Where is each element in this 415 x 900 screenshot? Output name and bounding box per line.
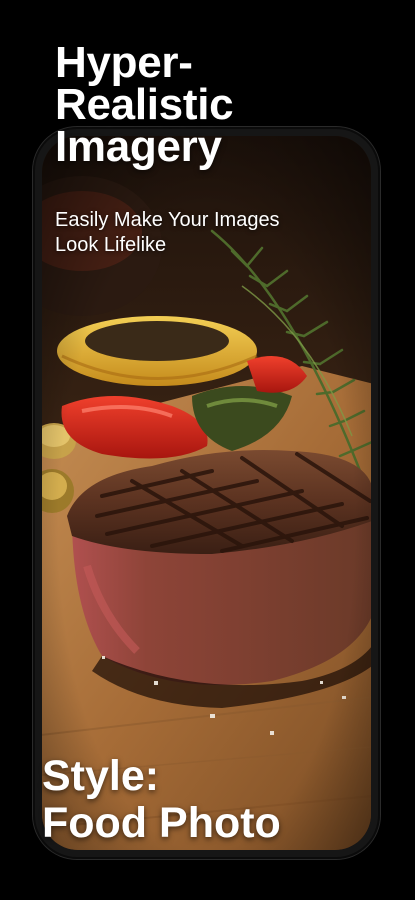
app-store-screenshot: Hyper- Realistic Imagery Easily Make You… [0, 0, 415, 900]
subtitle: Easily Make Your Images Look Lifelike [55, 208, 280, 258]
subtitle-line-1: Easily Make Your Images [55, 209, 280, 231]
headline-line-3: Imagery [55, 122, 222, 171]
headline: Hyper- Realistic Imagery [55, 38, 234, 171]
headline-line-1: Hyper- [55, 38, 193, 87]
subtitle-line-2: Look Lifelike [55, 234, 167, 256]
style-label-line-1: Style: [42, 752, 160, 800]
headline-line-2: Realistic [55, 80, 234, 129]
style-label-line-2: Food Photo [42, 799, 281, 847]
style-label: Style: Food Photo [42, 753, 281, 847]
